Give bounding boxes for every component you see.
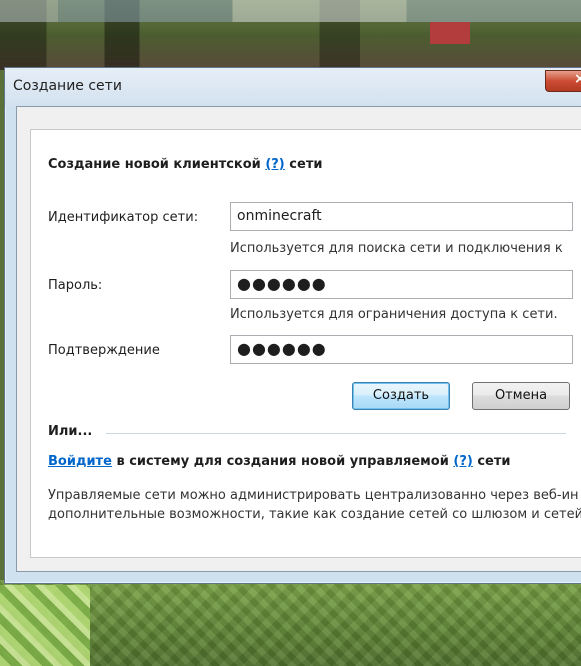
confirm-password-input[interactable]: ●●●●●● bbox=[230, 335, 573, 364]
heading-suffix: сети bbox=[289, 157, 323, 172]
login-suffix: сети bbox=[477, 454, 511, 469]
confirm-label: Подтверждение bbox=[48, 343, 160, 358]
form-heading: Создание новой клиентской (?) сети bbox=[48, 157, 322, 172]
description-line-2: дополнительные возможности, такие как со… bbox=[48, 507, 581, 522]
titlebar: Создание сети × bbox=[5, 68, 581, 106]
cancel-button[interactable]: Отмена bbox=[472, 382, 570, 410]
password-label: Пароль: bbox=[48, 278, 103, 293]
password-hint: Используется для ограничения доступа к с… bbox=[230, 307, 558, 322]
network-id-hint: Используется для поиска сети и подключен… bbox=[230, 241, 563, 256]
dialog-client: Создание новой клиентской (?) сети Идент… bbox=[16, 106, 581, 572]
background-leaves bbox=[0, 585, 90, 666]
or-label: Или... bbox=[48, 424, 93, 439]
managed-help-link[interactable]: (?) bbox=[453, 454, 472, 469]
password-input[interactable]: ●●●●●● bbox=[230, 270, 573, 299]
close-icon: × bbox=[574, 71, 581, 87]
background-flower bbox=[430, 22, 470, 44]
network-id-input[interactable]: onminecraft bbox=[230, 202, 573, 231]
create-network-dialog: Создание сети × Создание новой клиентско… bbox=[4, 67, 581, 584]
heading-text: Создание новой клиентской bbox=[48, 157, 261, 172]
login-link[interactable]: Войдите bbox=[48, 454, 112, 469]
managed-network-description: Управляемые сети можно администрировать … bbox=[48, 486, 581, 524]
background-top bbox=[0, 0, 581, 70]
network-id-label: Идентификатор сети: bbox=[48, 210, 199, 225]
managed-network-line: Войдите в систему для создания новой упр… bbox=[48, 454, 511, 469]
content-panel: Создание новой клиентской (?) сети Идент… bbox=[30, 129, 581, 558]
help-link[interactable]: (?) bbox=[265, 157, 284, 172]
separator-line bbox=[106, 433, 566, 434]
create-button[interactable]: Создать bbox=[352, 382, 450, 410]
login-text: в систему для создания новой управляемой bbox=[116, 454, 449, 469]
window-title: Создание сети bbox=[13, 78, 122, 94]
close-button[interactable]: × bbox=[545, 70, 581, 92]
description-line-1: Управляемые сети можно администрировать … bbox=[48, 488, 579, 503]
